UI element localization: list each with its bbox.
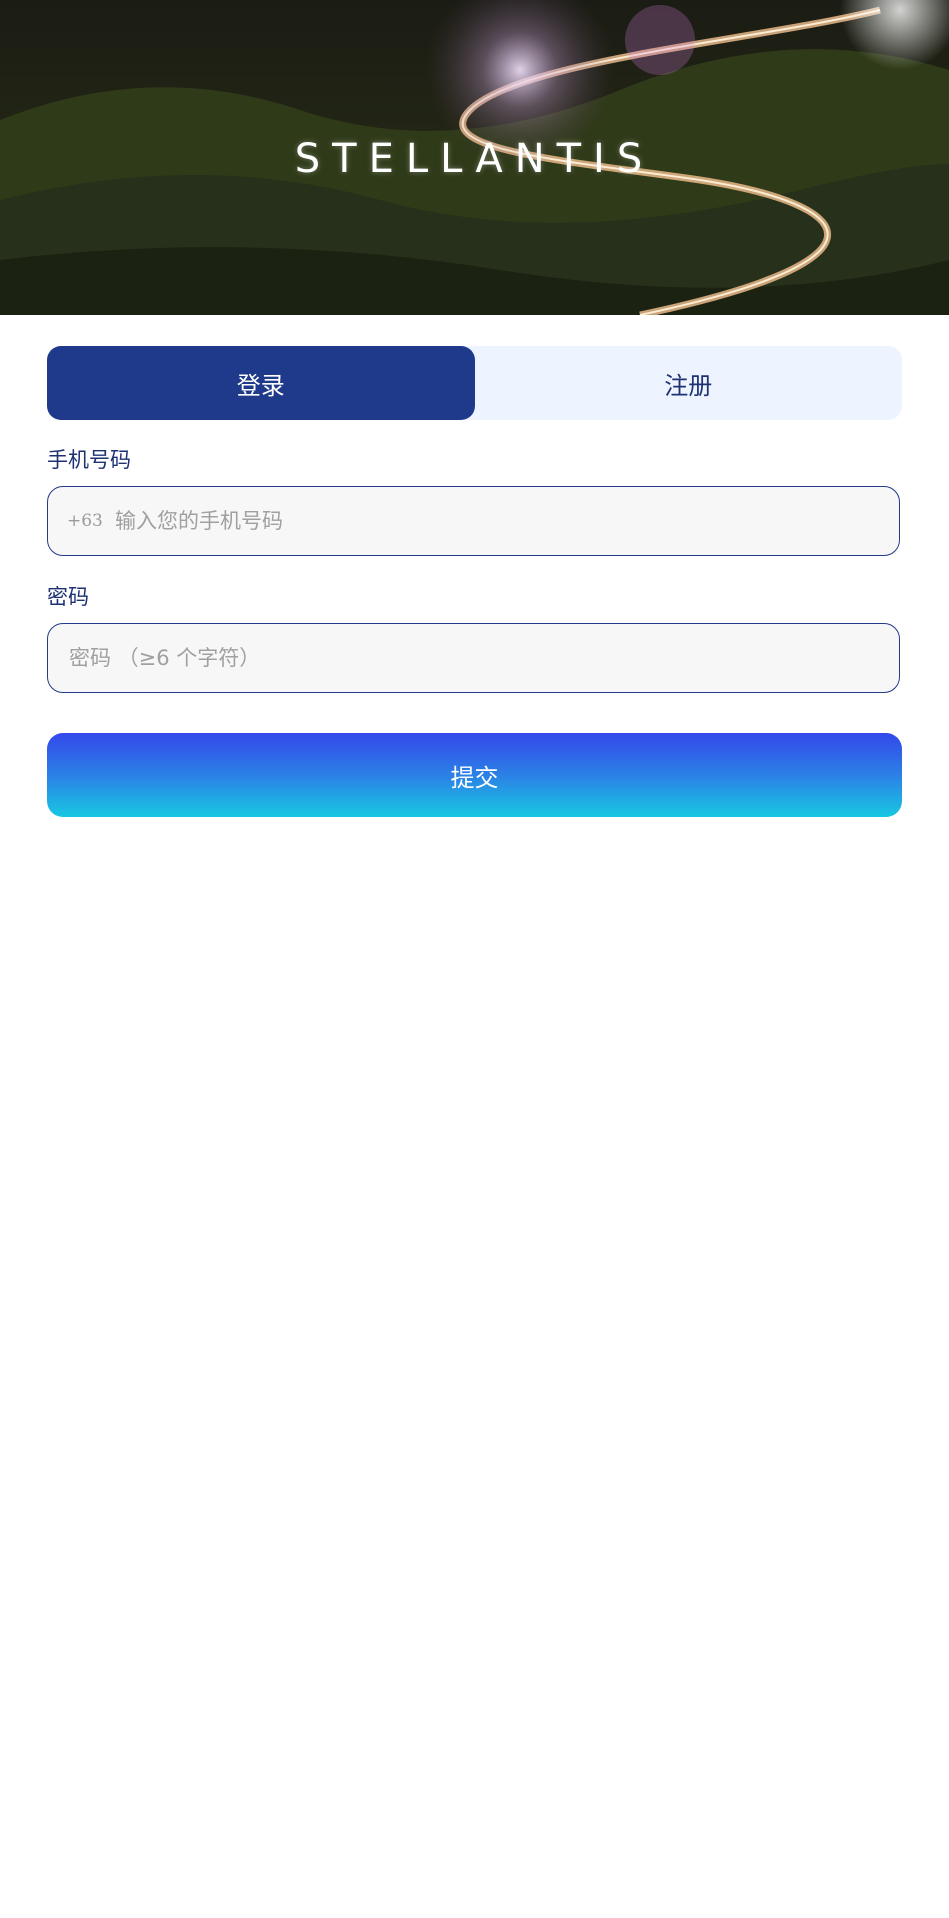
password-input[interactable]: [67, 623, 899, 693]
auth-tabs: 登录 注册: [47, 346, 902, 420]
tab-register[interactable]: 注册: [475, 346, 903, 420]
password-label: 密码: [47, 585, 89, 609]
submit-button[interactable]: 提交: [47, 733, 902, 817]
phone-label: 手机号码: [47, 448, 131, 472]
tab-login[interactable]: 登录: [47, 346, 475, 420]
phone-field: +63: [47, 486, 900, 556]
stellantis-logo: STELLANTIS: [294, 136, 655, 182]
password-field: [47, 623, 900, 693]
hero-banner: STELLANTIS: [0, 0, 949, 315]
country-code-prefix: +63: [67, 511, 103, 531]
phone-input[interactable]: [113, 486, 899, 556]
